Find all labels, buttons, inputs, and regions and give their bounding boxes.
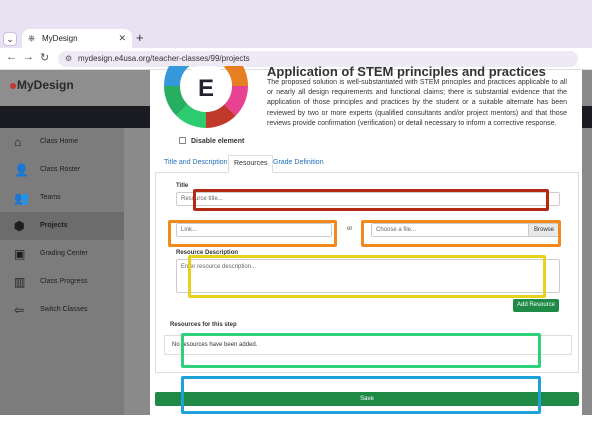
tab-grade-definition[interactable]: Grade Definition (273, 159, 324, 166)
highlight-box-title (193, 189, 549, 211)
sidebar-item-teams[interactable]: 👥 Teams (0, 184, 124, 212)
reload-icon[interactable]: ↻ (40, 51, 49, 64)
modal-heading: Application of STEM principles and pract… (267, 64, 546, 79)
team-icon: 👥 (14, 191, 29, 205)
arrow-left-icon: ⇦ (14, 303, 25, 317)
highlight-box-description (188, 255, 546, 298)
browser-tab[interactable]: ⎈ MyDesign ✕ (22, 29, 132, 48)
resources-list-title: Resources for this step (170, 322, 237, 328)
home-icon: ⌂ (14, 135, 22, 149)
sidebar-item-class-progress[interactable]: ▥ Class Progress (0, 268, 124, 296)
book-icon: ▣ (14, 247, 26, 261)
wheel-letter: E (198, 75, 214, 102)
highlight-box-save (181, 376, 541, 414)
element-description: The proposed solution is well-substantia… (267, 79, 567, 127)
url-text: mydesign.e4usa.org/teacher-classes/99/pr… (78, 54, 250, 63)
new-tab-icon[interactable]: + (136, 30, 144, 45)
sidebar-item-label: Class Progress (40, 278, 88, 285)
highlight-box-file (361, 220, 561, 247)
highlight-box-link (168, 220, 337, 247)
title-field-label: Title (176, 183, 189, 189)
or-label: or (347, 226, 353, 232)
page-bottom (0, 415, 592, 444)
disable-element-label: Disable element (191, 138, 245, 145)
sidebar-item-label: Class Home (40, 138, 79, 145)
sidebar-item-switch-classes[interactable]: ⇦ Switch Classes (0, 296, 124, 324)
cube-icon: ⬢ (14, 219, 25, 233)
tab-title-and-description[interactable]: Title and Description (164, 159, 228, 166)
sidebar-item-label: Grading Center (40, 250, 88, 257)
sidebar-item-grading-center[interactable]: ▣ Grading Center (0, 240, 124, 268)
user-icon: 👤 (14, 163, 29, 177)
forward-icon[interactable]: → (23, 51, 34, 63)
checkbox-icon[interactable] (179, 137, 186, 144)
sidebar-item-label: Projects (40, 222, 68, 229)
logo-dot-icon (10, 83, 16, 89)
sidebar-item-class-home[interactable]: ⌂ Class Home (0, 128, 124, 156)
highlight-box-resources (181, 333, 541, 368)
logo-text: MyDesign (17, 78, 74, 92)
element-wheel-graphic: E (162, 66, 250, 128)
sidebar-item-label: Switch Classes (40, 306, 88, 313)
sidebar-item-projects[interactable]: ⬢ Projects (0, 212, 124, 240)
sidebar-item-class-roster[interactable]: 👤 Class Roster (0, 156, 124, 184)
logo-area: MyDesign (0, 70, 150, 106)
mydesign-logo[interactable]: MyDesign (10, 78, 74, 92)
back-icon[interactable]: ← (6, 51, 17, 63)
favicon-icon: ⎈ (28, 33, 36, 43)
tab-resources[interactable]: Resources (228, 155, 274, 173)
sidebar-item-label: Class Roster (40, 166, 81, 173)
chart-icon: ▥ (14, 275, 26, 289)
browser-tab-title: MyDesign (42, 34, 78, 43)
disable-element-checkbox[interactable]: Disable element (179, 137, 244, 145)
close-tab-icon[interactable]: ✕ (118, 33, 126, 44)
modal-tabs: Title and Description Resources Grade De… (155, 155, 579, 173)
site-info-icon[interactable]: ⚙ (65, 51, 72, 67)
add-resource-button[interactable]: Add Resource (513, 299, 560, 312)
sidebar-item-label: Teams (40, 194, 61, 201)
tab-list-dropdown-icon[interactable]: ⌄ (3, 32, 17, 46)
